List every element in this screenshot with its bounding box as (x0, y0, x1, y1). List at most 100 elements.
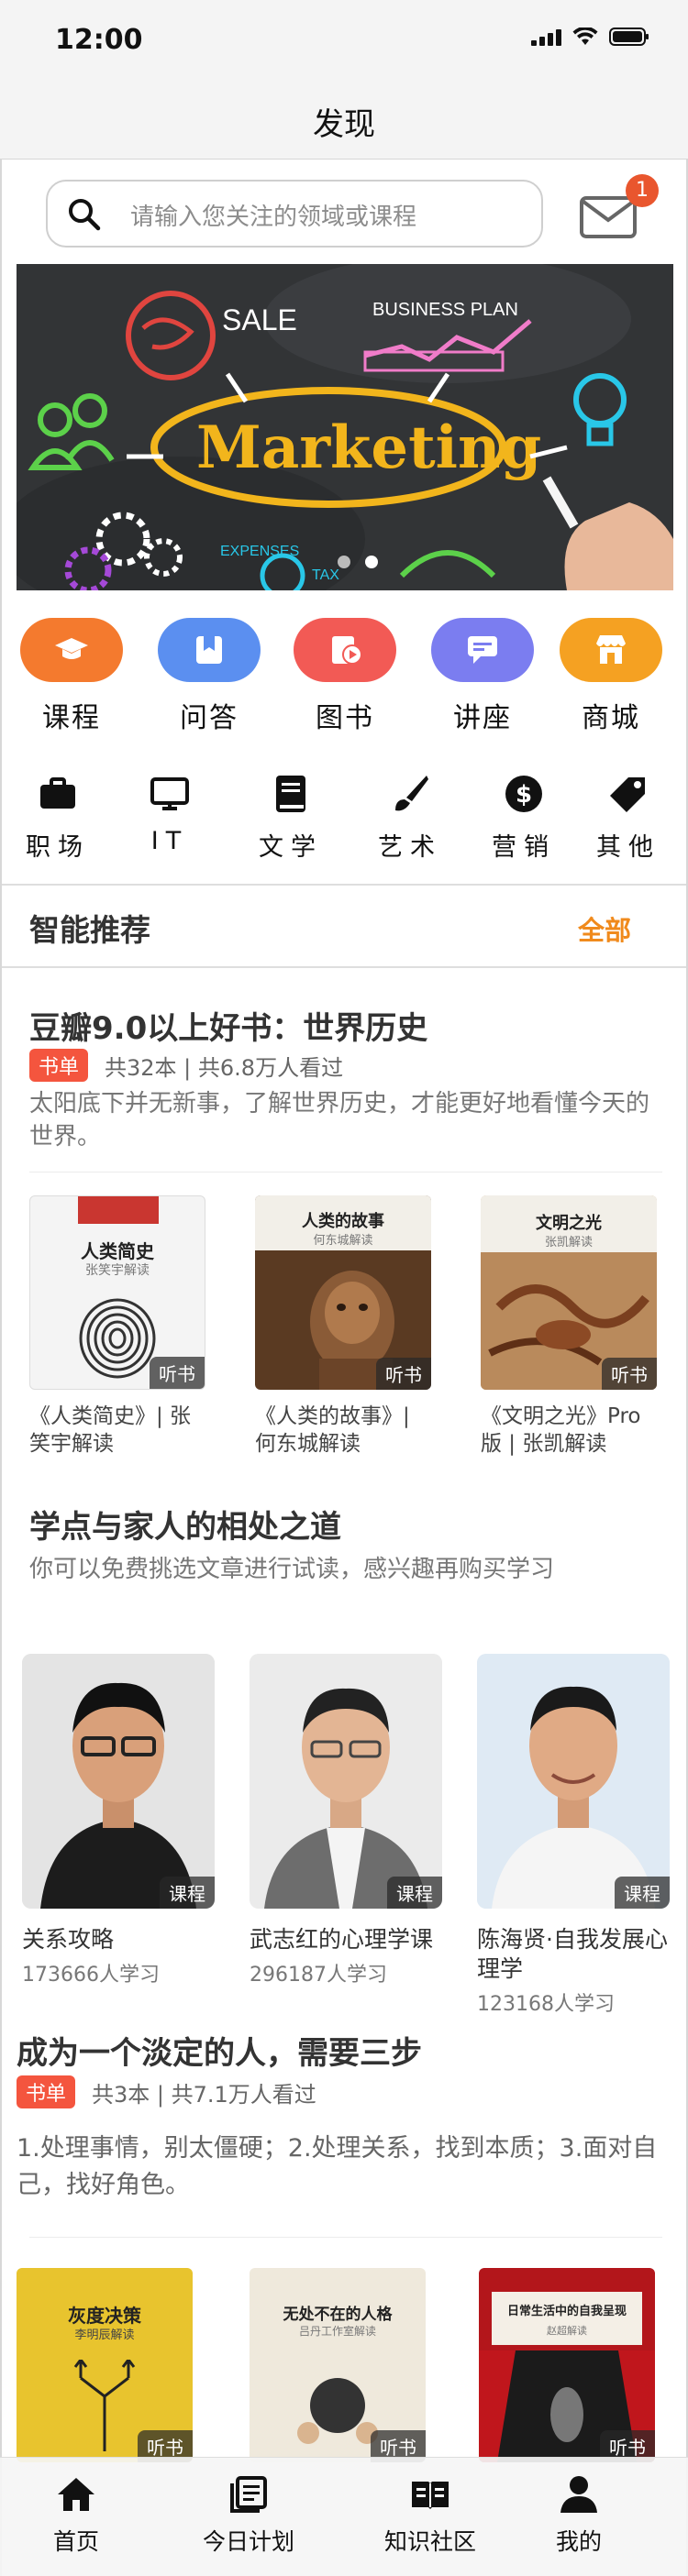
subcategory-marketing[interactable]: $ 营销 (473, 774, 574, 863)
booklist-stats: 共32本 | 共6.8万人看过 (105, 1054, 344, 1081)
tab-label: 今日计划 (202, 2528, 294, 2555)
mail-icon[interactable] (580, 196, 637, 238)
course-name: 陈海贤·自我发展心理学 (477, 1926, 668, 1982)
audio-badge: 听书 (602, 1358, 657, 1390)
status-icons (531, 28, 649, 46)
status-time: 12:00 (55, 24, 143, 56)
cover-subtitle: 李明辰解读 (74, 2328, 135, 2342)
booklist-meta: 书单 共3本 | 共7.1万人看过 (17, 2075, 316, 2108)
course-card[interactable]: 课程 关系攻略 173666人学习 (22, 1654, 215, 1987)
category-label: 讲座 (453, 702, 512, 734)
tag-icon (610, 777, 645, 812)
course-badge: 课程 (160, 1877, 215, 1909)
svg-text:$: $ (516, 781, 532, 809)
home-icon (58, 2478, 94, 2511)
bookmark-icon (158, 618, 261, 682)
storefront-icon (560, 618, 662, 682)
mail-badge: 1 (626, 174, 659, 207)
monitor-icon (150, 777, 189, 810)
book-card[interactable]: 文明之光 张凯解读 听书 《文明之光》Pro版 | 张凯解读 (481, 1195, 657, 1458)
dollar-coin-icon: $ (505, 776, 542, 812)
tab-label: 首页 (52, 2528, 99, 2555)
category-course[interactable]: 课程 (17, 618, 127, 735)
subcategory-label: 其他 (596, 833, 660, 862)
instructor-portrait (22, 1654, 215, 1909)
recommend-title: 智能推荐 (29, 912, 150, 948)
cover-subtitle: 张笑宇解读 (85, 1263, 150, 1278)
cover-title: 人类的故事 (302, 1212, 384, 1231)
booklist-tag: 书单 (29, 1049, 89, 1082)
search-placeholder: 请输入您关注的领域或课程 (130, 204, 417, 231)
course-badge: 课程 (387, 1877, 442, 1909)
play-book-icon (294, 618, 396, 682)
book-card[interactable]: 人类简史 张笑宇解读 听书 《人类简史》| 张笑宇解读 (29, 1195, 205, 1458)
recommend-more-link[interactable]: 全部 (578, 909, 631, 948)
book-card[interactable]: 灰度决策 李明辰解读 听书 (17, 2268, 193, 2462)
subcategory-workplace[interactable]: 职场 (7, 774, 108, 863)
subcategory-art[interactable]: 艺术 (360, 774, 461, 863)
svg-text:TAX: TAX (312, 567, 339, 583)
category-row: 课程 问答 图书 讲座 商城 (2, 618, 686, 737)
divider (29, 2237, 662, 2238)
booklist-description: 太阳底下并无新事，了解世界历史，才能更好地看懂今天的世界。 (29, 1090, 650, 1150)
course-list-description: 你可以免费挑选文章进行试读，感兴趣再购买学习 (29, 1556, 555, 1583)
tab-plan[interactable]: 今日计划 (180, 2474, 317, 2557)
banner-pagination[interactable] (338, 556, 378, 568)
tab-community[interactable]: 知识社区 (361, 2474, 499, 2557)
discover-page: 请输入您关注的领域或课程 1 SALE BUSINESS PLAN Market… (0, 160, 688, 2576)
course-image: 课程 (477, 1654, 670, 1909)
category-books[interactable]: 图书 (290, 618, 400, 735)
subcategory-label: IT (150, 827, 189, 855)
booklist-meta: 书单 共32本 | 共6.8万人看过 (29, 1049, 343, 1082)
category-label: 图书 (316, 702, 374, 734)
tab-home[interactable]: 首页 (7, 2474, 145, 2557)
category-label: 课程 (42, 702, 101, 734)
open-book-icon (412, 2482, 449, 2509)
book-card[interactable]: 无处不在的人格 吕丹工作室解读 听书 (250, 2268, 426, 2462)
category-mall[interactable]: 商城 (556, 618, 666, 735)
course-badge: 课程 (615, 1877, 670, 1909)
category-label: 问答 (180, 702, 239, 734)
booklist-title[interactable]: 成为一个淡定的人，需要三步 (17, 2028, 422, 2073)
banner-dot[interactable] (365, 556, 378, 568)
tab-profile[interactable]: 我的 (510, 2474, 648, 2557)
subcategory-literature[interactable]: 文学 (240, 774, 341, 863)
course-learners: 123168人学习 (477, 1993, 615, 2016)
nav-bar: 发现 (0, 83, 688, 160)
category-lecture[interactable]: 讲座 (427, 618, 538, 735)
book-cover: 日常生活中的自我呈现 赵超解读 听书 (479, 2268, 655, 2462)
course-card[interactable]: 课程 陈海贤·自我发展心理学 123168人学习 (477, 1654, 670, 2017)
status-bar: 12:00 (0, 0, 688, 83)
subcategory-other[interactable]: 其他 (578, 774, 679, 863)
wifi-icon (572, 28, 598, 46)
svg-text:SALE: SALE (222, 303, 297, 336)
banner-carousel[interactable]: SALE BUSINESS PLAN Marketing EXPENSES TA… (17, 264, 673, 590)
paintbrush-icon (395, 776, 428, 811)
tab-bar: 首页 今日计划 知识社区 我的 (0, 2457, 688, 2576)
book-name: 《人类的故事》| 何东城解读 (255, 1404, 410, 1456)
book-icon (276, 776, 305, 812)
book-cover: 人类简史 张笑宇解读 听书 (29, 1195, 205, 1390)
booklist-title[interactable]: 豆瓣9.0以上好书：世界历史 (29, 1003, 427, 1048)
svg-text:BUSINESS PLAN: BUSINESS PLAN (372, 300, 518, 320)
course-card[interactable]: 课程 武志红的心理学课 296187人学习 (250, 1654, 442, 1987)
recommend-header: 智能推荐 全部 (2, 884, 686, 968)
book-name: 《文明之光》Pro版 | 张凯解读 (481, 1404, 641, 1456)
person-icon (560, 2476, 597, 2513)
battery-icon (609, 28, 649, 46)
subcategory-it[interactable]: IT (119, 774, 220, 855)
search-input[interactable]: 请输入您关注的领域或课程 (46, 180, 543, 248)
banner-dot[interactable] (338, 556, 350, 568)
book-card[interactable]: 日常生活中的自我呈现 赵超解读 听书 (479, 2268, 655, 2462)
page-title: 发现 (313, 106, 375, 143)
category-qa[interactable]: 问答 (154, 618, 264, 735)
cover-subtitle: 何东城解读 (313, 1234, 373, 1248)
course-learners: 173666人学习 (22, 1964, 160, 1987)
book-card[interactable]: 人类的故事 何东城解读 听书 《人类的故事》| 何东城解读 (255, 1195, 431, 1458)
cover-title: 人类简史 (81, 1240, 154, 1262)
audio-badge: 听书 (150, 1357, 205, 1389)
course-image: 课程 (250, 1654, 442, 1909)
instructor-portrait (250, 1654, 442, 1909)
course-list-title[interactable]: 学点与家人的相处之道 (29, 1502, 341, 1547)
subcategory-label: 文学 (259, 833, 323, 862)
